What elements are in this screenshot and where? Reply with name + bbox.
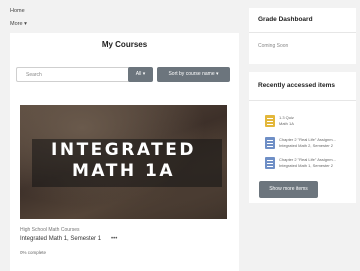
nav-more-label: More: [10, 21, 23, 27]
course-name-link[interactable]: Integrated Math 1, Semester 1: [20, 236, 101, 242]
page-title: My Courses: [101, 40, 148, 49]
recent-item[interactable]: 1.3 Quiz Math 1A: [258, 114, 348, 130]
assignment-icon: [265, 157, 275, 169]
course-image-title-line2: MATH 1A: [72, 161, 175, 181]
recent-item-title: Chapter 2 "Real Life" Assignm...: [279, 157, 336, 162]
sort-dropdown-button[interactable]: Sort by course name ▾: [157, 67, 230, 82]
recent-items-block: Recently accessed items 1.3 Quiz Math 1A…: [249, 72, 356, 203]
filter-label: All: [135, 71, 142, 77]
recent-item-title: 1.3 Quiz: [279, 115, 294, 120]
show-more-items-button[interactable]: Show more items: [259, 181, 318, 198]
course-category: High School Math Courses: [20, 227, 80, 233]
chevron-down-icon: ▾: [24, 21, 27, 27]
search-placeholder: Search: [26, 72, 42, 78]
course-image[interactable]: INTEGRATED MATH 1A: [20, 105, 227, 219]
course-image-title-line1: INTEGRATED: [51, 140, 196, 160]
recent-item-title: Chapter 2 "Real Life" Assignm...: [279, 137, 336, 142]
nav-more-link[interactable]: More ▾: [10, 21, 27, 27]
quiz-icon: [265, 115, 275, 127]
grade-dashboard-block: Grade Dashboard Coming Soon: [249, 8, 356, 64]
chevron-down-icon: ▾: [142, 71, 146, 77]
recent-item-course: Integrated Math 2, Semester 2: [279, 143, 334, 148]
divider: [249, 32, 356, 33]
my-courses-card: My Courses Search All ▾ Sort by course n…: [10, 33, 239, 271]
nav-home-link[interactable]: Home: [10, 8, 25, 14]
course-actions-menu[interactable]: •••: [111, 236, 117, 242]
divider: [249, 100, 356, 101]
recent-item[interactable]: Chapter 2 "Real Life" Assignm... Integra…: [258, 156, 348, 172]
course-progress-text: 0% complete: [20, 250, 47, 255]
grade-dashboard-title: Grade Dashboard: [258, 16, 313, 23]
recent-item-course: Math 1A: [279, 121, 294, 126]
recent-items-title: Recently accessed items: [258, 82, 335, 89]
chevron-down-icon: ▾: [216, 71, 219, 77]
search-input[interactable]: Search: [16, 67, 133, 82]
sort-label: Sort by course name: [168, 71, 215, 77]
grade-dashboard-status: Coming Soon: [258, 43, 289, 49]
filter-dropdown-button[interactable]: All ▾: [128, 67, 153, 82]
assignment-icon: [265, 137, 275, 149]
recent-item[interactable]: Chapter 2 "Real Life" Assignm... Integra…: [258, 136, 348, 152]
recent-item-course: Integrated Math 1, Semester 2: [279, 163, 334, 168]
